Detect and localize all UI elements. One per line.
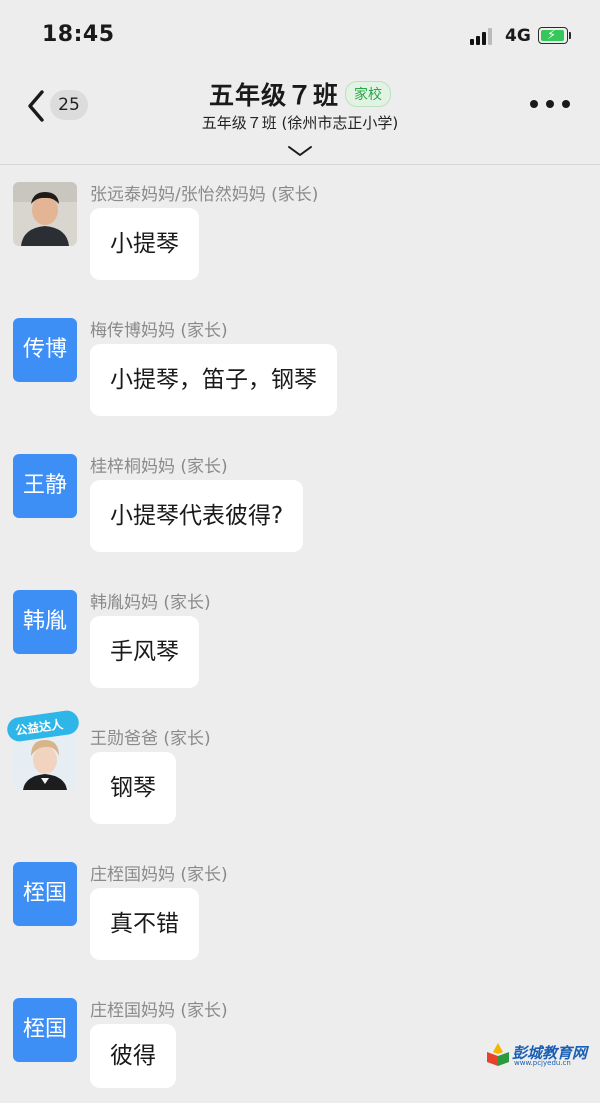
avatar[interactable]: 桎国 [13,998,77,1062]
more-options-icon[interactable] [530,98,570,110]
sender-name: 张远泰妈妈/张怡然妈妈 (家长) [90,185,319,205]
status-bar: 18:45 4G ⚡ [0,0,600,72]
message-bubble[interactable]: 小提琴代表彼得? [90,480,304,552]
sender-name: 桂梓桐妈妈 (家长) [90,457,228,477]
status-time: 18:45 [42,22,115,47]
chat-title: 五年级７班 [208,81,339,110]
avatar[interactable]: 公益达人 [5,709,81,790]
network-type: 4G [505,26,531,46]
svg-text:公益达人: 公益达人 [14,716,65,738]
book-logo-icon [487,1043,509,1066]
battery-charging-icon: ⚡ [538,27,571,44]
watermark-url: www.pcjyedu.cn [514,1059,571,1067]
signal-icon [470,28,496,45]
avatar[interactable]: 韩胤 [13,590,77,654]
message-bubble[interactable]: 真不错 [90,888,199,960]
sender-name: 韩胤妈妈 (家长) [90,593,211,613]
avatar[interactable]: 传博 [13,318,77,382]
message-bubble[interactable]: 钢琴 [90,752,176,824]
avatar[interactable]: 王静 [13,454,77,518]
sender-name: 梅传博妈妈 (家长) [90,321,228,341]
chevron-down-icon[interactable] [286,144,314,158]
sender-name: 王勋爸爸 (家长) [90,729,211,749]
chat-title-row[interactable]: 五年级７班 家校 [0,76,600,112]
avatar[interactable]: 桎国 [13,862,77,926]
message-bubble[interactable]: 手风琴 [90,616,199,688]
chat-subtitle: 五年级７班 (徐州市志正小学) [201,114,399,132]
site-watermark: 彭城教育网 www.pcjyedu.cn [484,1040,588,1070]
home-school-tag: 家校 [345,81,391,107]
avatar[interactable] [13,182,77,246]
message-bubble[interactable]: 小提琴，笛子，钢琴 [90,344,337,416]
message-bubble[interactable]: 彼得 [90,1024,176,1088]
sender-name: 庄桎国妈妈 (家长) [90,865,228,885]
sender-name: 庄桎国妈妈 (家长) [90,1001,228,1021]
chat-header: 25 五年级７班 家校 五年级７班 (徐州市志正小学) [0,72,600,165]
message-bubble[interactable]: 小提琴 [90,208,199,280]
boy-photo-icon [13,182,77,246]
